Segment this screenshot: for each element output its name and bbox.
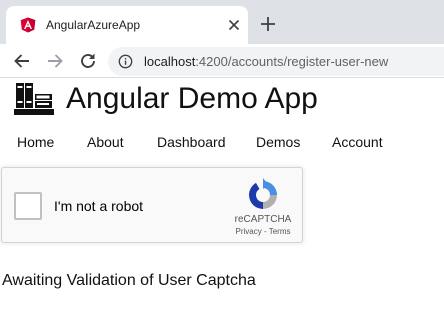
books-icon [14,83,54,115]
browser-toolbar: localhost:4200/accounts/register-user-ne… [0,44,444,78]
recaptcha-widget: I'm not a robot reCAPTCHA Privacy - Term… [1,167,303,243]
plus-icon[interactable] [258,14,278,34]
recaptcha-link-separator: - [261,227,269,236]
recaptcha-links: Privacy - Terms [218,227,308,237]
nav-item-demos[interactable]: Demos [256,132,300,152]
captcha-status-text: Awaiting Validation of User Captcha [2,272,256,289]
recaptcha-privacy-link[interactable]: Privacy [236,227,262,236]
recaptcha-terms-link[interactable]: Terms [269,227,291,236]
recaptcha-logo-icon [249,178,277,209]
close-icon[interactable] [224,15,244,35]
nav-item-dashboard[interactable]: Dashboard [157,132,226,152]
url-text[interactable]: localhost:4200/accounts/register-user-ne… [144,54,388,69]
address-bar[interactable]: localhost:4200/accounts/register-user-ne… [108,47,444,76]
page-title: Angular Demo App [66,82,318,115]
nav-item-account[interactable]: Account [332,132,383,152]
recaptcha-brand: reCAPTCHA [234,214,292,225]
url-path: :4200/accounts/register-user-new [195,54,389,69]
nav-item-about[interactable]: About [87,132,124,152]
reload-icon[interactable] [77,50,99,72]
angular-favicon-icon [20,17,36,33]
browser-tab-strip: AngularAzureApp [0,0,444,44]
info-icon[interactable] [118,54,133,69]
nav-item-home[interactable]: Home [17,132,54,152]
back-arrow-icon[interactable] [11,50,33,72]
recaptcha-label: I'm not a robot [54,198,144,214]
forward-arrow-icon[interactable] [44,50,66,72]
tab-title: AngularAzureApp [46,18,141,32]
url-host: localhost [144,54,196,69]
recaptcha-checkbox[interactable] [14,192,42,220]
browser-tab[interactable]: AngularAzureApp [6,6,248,44]
